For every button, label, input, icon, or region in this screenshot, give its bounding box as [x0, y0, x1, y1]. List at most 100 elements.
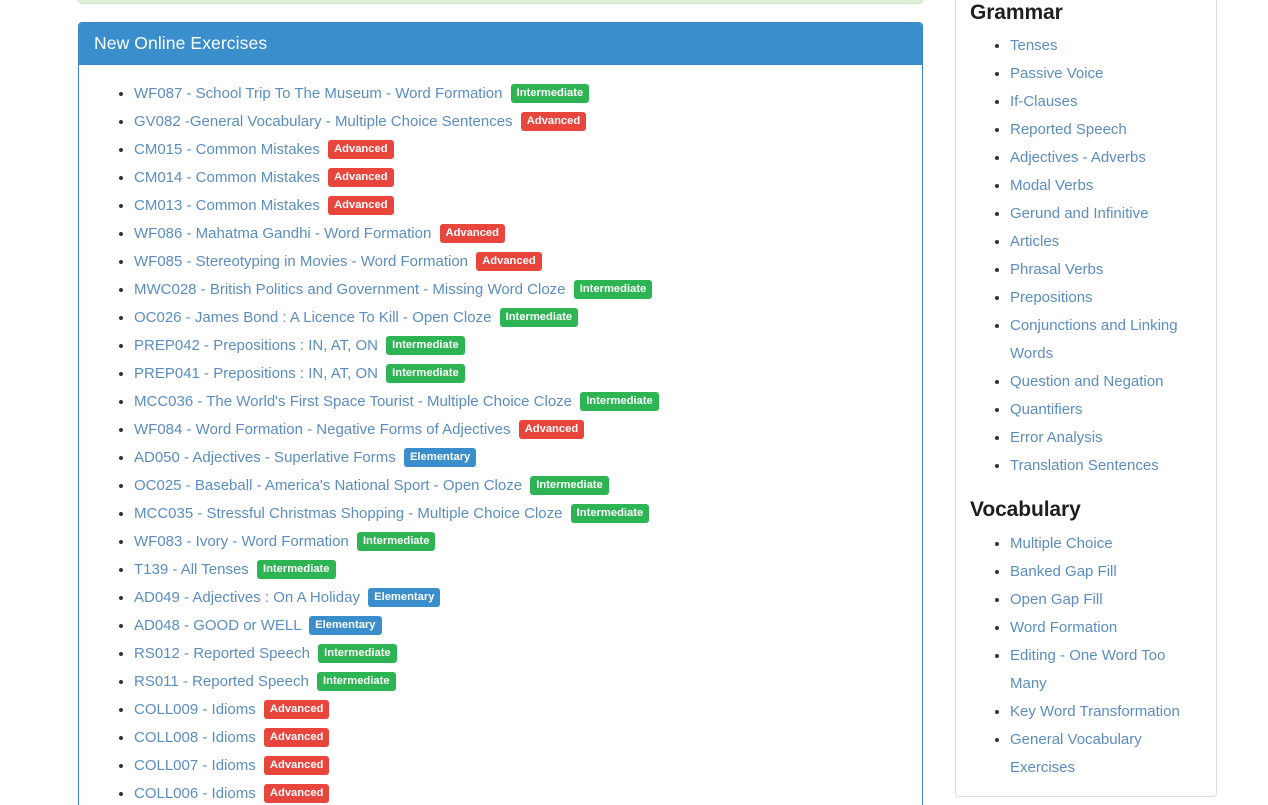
level-badge: Advanced	[264, 784, 329, 803]
exercise-link[interactable]: AD048 - GOOD or WELL	[134, 617, 301, 634]
sidebar-item-grammar-12[interactable]: Quantifiers	[1010, 401, 1083, 418]
sidebar-item-vocabulary-3[interactable]: Word Formation	[1010, 619, 1117, 636]
list-item: AD050 - Adjectives - Superlative Forms E…	[134, 444, 907, 472]
list-item: RS011 - Reported Speech Intermediate	[134, 668, 907, 696]
exercise-link[interactable]: COLL009 - Idioms	[134, 701, 256, 718]
sidebar-item-vocabulary-5[interactable]: Key Word Transformation	[1010, 703, 1180, 720]
grammar-link-list: Tenses Passive Voice If-Clauses Reported Sp…	[970, 32, 1202, 480]
list-item: AD049 - Adjectives : On A Holiday Elemen…	[134, 584, 907, 612]
list-item: If-Clauses	[1010, 88, 1202, 116]
exercise-link[interactable]: PREP041 - Prepositions : IN, AT, ON	[134, 365, 378, 382]
list-item: OC026 - James Bond : A Licence To Kill -…	[134, 304, 907, 332]
list-item: Open Gap Fill	[1010, 586, 1202, 614]
sidebar: Grammar TensesPassive VoiceIf-ClausesRep…	[955, 0, 1217, 805]
sidebar-item-grammar-0[interactable]: Tenses	[1010, 37, 1058, 54]
level-badge: Intermediate	[511, 84, 590, 103]
exercise-link[interactable]: MCC035 - Stressful Christmas Shopping - …	[134, 505, 563, 522]
exercise-list: WF087 - School Trip To The Museum - Word…	[94, 80, 907, 805]
exercise-link[interactable]: RS011 - Reported Speech	[134, 673, 309, 690]
sidebar-item-vocabulary-2[interactable]: Open Gap Fill	[1010, 591, 1103, 608]
list-item: Adjectives - Adverbs	[1010, 144, 1202, 172]
list-item: MCC035 - Stressful Christmas Shopping - …	[134, 500, 907, 528]
success-alert-strip	[78, 0, 923, 4]
sidebar-item-grammar-7[interactable]: Articles	[1010, 233, 1059, 250]
sidebar-item-grammar-8[interactable]: Phrasal Verbs	[1010, 261, 1103, 278]
list-item: Phrasal Verbs	[1010, 256, 1202, 284]
list-item: PREP041 - Prepositions : IN, AT, ON Inte…	[134, 360, 907, 388]
exercise-link[interactable]: CM013 - Common Mistakes	[134, 197, 320, 214]
list-item: Conjunctions and Linking Words	[1010, 312, 1202, 368]
exercise-link[interactable]: AD049 - Adjectives : On A Holiday	[134, 589, 360, 606]
sidebar-item-grammar-3[interactable]: Reported Speech	[1010, 121, 1127, 138]
list-item: OC025 - Baseball - America's National Sp…	[134, 472, 907, 500]
list-item: Passive Voice	[1010, 60, 1202, 88]
level-badge: Intermediate	[386, 336, 465, 355]
exercise-link[interactable]: OC026 - James Bond : A Licence To Kill -…	[134, 309, 491, 326]
sidebar-item-grammar-13[interactable]: Error Analysis	[1010, 429, 1103, 446]
exercise-link[interactable]: T139 - All Tenses	[134, 561, 249, 578]
exercise-link[interactable]: MWC028 - British Politics and Government…	[134, 281, 566, 298]
list-item: WF084 - Word Formation - Negative Forms …	[134, 416, 907, 444]
list-item: MCC036 - The World's First Space Tourist…	[134, 388, 907, 416]
level-badge: Advanced	[328, 196, 393, 215]
level-badge: Elementary	[404, 448, 476, 467]
level-badge: Elementary	[368, 588, 440, 607]
exercise-link[interactable]: MCC036 - The World's First Space Tourist…	[134, 393, 572, 410]
list-item: CM015 - Common Mistakes Advanced	[134, 136, 907, 164]
sidebar-item-grammar-10[interactable]: Conjunctions and Linking Words	[1010, 317, 1178, 362]
exercise-link[interactable]: WF084 - Word Formation - Negative Forms …	[134, 421, 511, 438]
exercise-link[interactable]: PREP042 - Prepositions : IN, AT, ON	[134, 337, 378, 354]
level-badge: Advanced	[521, 112, 586, 131]
level-badge: Intermediate	[357, 532, 436, 551]
sidebar-item-grammar-11[interactable]: Question and Negation	[1010, 373, 1163, 390]
list-item: Multiple Choice	[1010, 530, 1202, 558]
exercise-link[interactable]: COLL007 - Idioms	[134, 757, 256, 774]
list-item: Reported Speech	[1010, 116, 1202, 144]
list-item: T139 - All Tenses Intermediate	[134, 556, 907, 584]
list-item: Error Analysis	[1010, 424, 1202, 452]
list-item: MWC028 - British Politics and Government…	[134, 276, 907, 304]
exercise-link[interactable]: COLL006 - Idioms	[134, 785, 256, 802]
level-badge: Intermediate	[580, 392, 659, 411]
level-badge: Intermediate	[317, 672, 396, 691]
level-badge: Intermediate	[318, 644, 397, 663]
level-badge: Advanced	[519, 420, 584, 439]
list-item: COLL009 - Idioms Advanced	[134, 696, 907, 724]
sidebar-item-vocabulary-1[interactable]: Banked Gap Fill	[1010, 563, 1117, 580]
sidebar-item-grammar-4[interactable]: Adjectives - Adverbs	[1010, 149, 1146, 166]
list-item: PREP042 - Prepositions : IN, AT, ON Inte…	[134, 332, 907, 360]
exercise-link[interactable]: GV082 -General Vocabulary - Multiple Cho…	[134, 113, 513, 130]
exercise-link[interactable]: CM014 - Common Mistakes	[134, 169, 320, 186]
sidebar-item-grammar-1[interactable]: Passive Voice	[1010, 65, 1103, 82]
sidebar-item-grammar-9[interactable]: Prepositions	[1010, 289, 1093, 306]
sidebar-item-vocabulary-4[interactable]: Editing - One Word Too Many	[1010, 647, 1165, 692]
exercise-link[interactable]: WF085 - Stereotyping in Movies - Word Fo…	[134, 253, 468, 270]
sidebar-item-vocabulary-6[interactable]: General Vocabulary Exercises	[1010, 731, 1142, 776]
sidebar-item-grammar-5[interactable]: Modal Verbs	[1010, 177, 1093, 194]
list-item: GV082 -General Vocabulary - Multiple Cho…	[134, 108, 907, 136]
level-badge: Advanced	[264, 728, 329, 747]
exercise-link[interactable]: AD050 - Adjectives - Superlative Forms	[134, 449, 396, 466]
exercise-link[interactable]: COLL008 - Idioms	[134, 729, 256, 746]
list-item: CM014 - Common Mistakes Advanced	[134, 164, 907, 192]
list-item: General Vocabulary Exercises	[1010, 726, 1202, 782]
exercise-link[interactable]: WF083 - Ivory - Word Formation	[134, 533, 349, 550]
exercise-link[interactable]: RS012 - Reported Speech	[134, 645, 310, 662]
panel-heading: New Online Exercises	[79, 23, 922, 65]
sidebar-item-vocabulary-0[interactable]: Multiple Choice	[1010, 535, 1113, 552]
list-item: COLL006 - Idioms Advanced	[134, 780, 907, 805]
exercise-link[interactable]: CM015 - Common Mistakes	[134, 141, 320, 158]
sidebar-item-grammar-6[interactable]: Gerund and Infinitive	[1010, 205, 1148, 222]
list-item: WF087 - School Trip To The Museum - Word…	[134, 80, 907, 108]
level-badge: Intermediate	[530, 476, 609, 495]
level-badge: Advanced	[328, 140, 393, 159]
exercise-link[interactable]: WF086 - Mahatma Gandhi - Word Formation	[134, 225, 431, 242]
exercise-link[interactable]: WF087 - School Trip To The Museum - Word…	[134, 85, 502, 102]
exercise-link[interactable]: OC025 - Baseball - America's National Sp…	[134, 477, 522, 494]
list-item: WF085 - Stereotyping in Movies - Word Fo…	[134, 248, 907, 276]
sidebar-item-grammar-14[interactable]: Translation Sentences	[1010, 457, 1159, 474]
sidebar-item-grammar-2[interactable]: If-Clauses	[1010, 93, 1078, 110]
list-item: WF083 - Ivory - Word Formation Intermedi…	[134, 528, 907, 556]
page-title: New Online Exercises	[94, 33, 907, 54]
list-item: COLL007 - Idioms Advanced	[134, 752, 907, 780]
